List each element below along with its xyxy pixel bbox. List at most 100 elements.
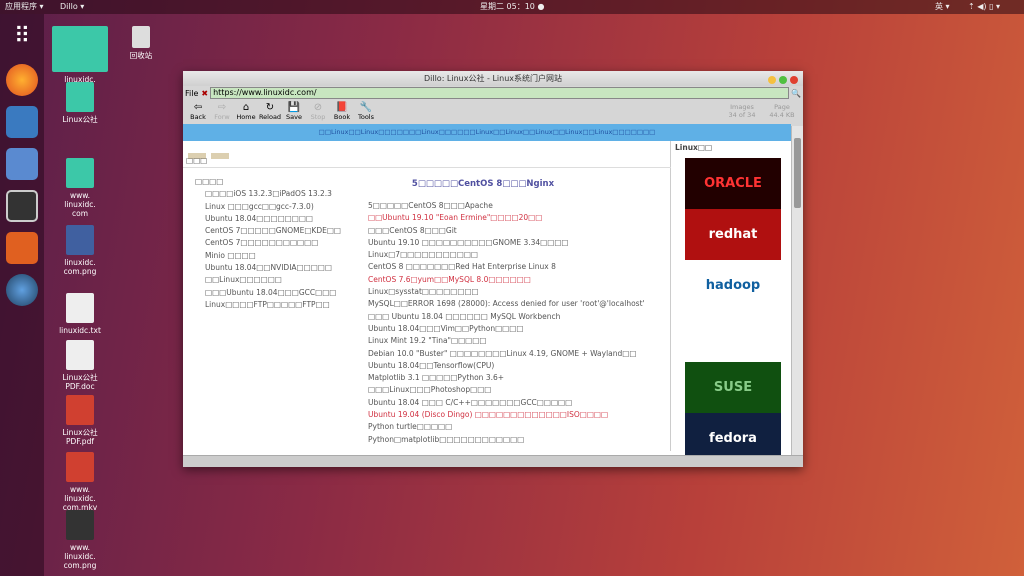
software-center-icon[interactable] [6, 232, 38, 264]
dock: ⠿ [0, 14, 44, 576]
desktop-file[interactable]: linuxidc. com.png [50, 225, 110, 276]
toolbar-book-button[interactable]: 📕 Book [330, 100, 354, 124]
article-link[interactable]: 5□□□□□CentOS 8□□□Apache [368, 200, 645, 212]
back-icon: ⇦ [193, 102, 203, 113]
home-icon: ⌂ [242, 102, 250, 113]
system-tray[interactable]: ⇡ ◀) ▯ ▾ [968, 0, 1000, 14]
page-label: Page [774, 103, 790, 111]
display-icon[interactable] [6, 106, 38, 138]
desktop-file[interactable]: Linux公社 [50, 82, 110, 124]
file-menu[interactable]: File [185, 89, 198, 98]
file-label: Linux公社 [62, 115, 98, 124]
reload-icon: ↻ [265, 102, 275, 113]
article-link[interactable]: Python turtle□□□□□ [368, 421, 645, 433]
status-bar [183, 455, 803, 467]
top-bar: 应用程序 ▾ Dillo ▾ 星期二 05：10 ● 英 ▾ ⇡ ◀) ▯ ▾ [0, 0, 1024, 14]
article-link[interactable]: Linux Mint 19.2 "Tina"□□□□□ [368, 335, 645, 347]
left-list-link[interactable]: Linux□□□□FTP□□□□□FTP□□ [195, 299, 341, 311]
headline-link[interactable]: 5□□□□□CentOS 8□□□Nginx [368, 179, 598, 189]
left-list-link[interactable]: Linux □□□gcc□□gcc-7.3.0) [195, 201, 341, 213]
toolbar-label: Book [333, 113, 351, 121]
toolbar-stop-button[interactable]: ⊘ Stop [306, 100, 330, 124]
images-count: 34 of 34 [728, 111, 756, 119]
file-label: linuxidc. com.png [63, 258, 97, 276]
left-list-link[interactable]: □□□□iOS 13.2.3□iPadOS 13.2.3 [195, 188, 341, 200]
article-link[interactable]: Ubuntu 19.10 □□□□□□□□□□GNOME 3.34□□□□ [368, 237, 645, 249]
toolbar-label: Home [236, 113, 256, 121]
left-list-link[interactable]: □□□Ubuntu 18.04□□□GCC□□□ [195, 287, 341, 299]
trash-icon [132, 26, 150, 48]
applications-menu[interactable]: 应用程序 ▾ [5, 0, 44, 14]
desktop-file[interactable]: www. linuxidc. com [50, 158, 110, 218]
sponsor-logo[interactable]: ORACLE [685, 158, 781, 209]
toolbar-reload-button[interactable]: ↻ Reload [258, 100, 282, 124]
article-link[interactable]: CentOS 8 □□□□□□□Red Hat Enterprise Linux… [368, 261, 645, 273]
file-icon [66, 395, 94, 425]
left-list-link[interactable]: Ubuntu 18.04□□□□□□□□ [195, 213, 341, 225]
article-link[interactable]: Python□matplotlib□□□□□□□□□□□□ [368, 434, 645, 446]
toolbar-home-button[interactable]: ⌂ Home [234, 100, 258, 124]
input-method[interactable]: 英 ▾ [935, 0, 950, 14]
left-list-link[interactable]: Ubuntu 18.04□□NVIDIA□□□□□ [195, 262, 341, 274]
article-link[interactable]: Linux□7□□□□□□□□□□□ [368, 249, 645, 261]
article-link[interactable]: Ubuntu 19.04 (Disco Dingo) □□□□□□□□□□□□□… [368, 409, 645, 421]
sponsor-logo[interactable]: SUSE [685, 362, 781, 413]
left-list-link[interactable]: CentOS 7□□□□□□□□□□□ [195, 237, 341, 249]
toolbar-tools-button[interactable]: 🔧 Tools [354, 100, 378, 124]
book-icon: 📕 [335, 102, 349, 113]
left-list-link[interactable]: CentOS 7□□□□□GNOME□KDE□□ [195, 225, 341, 237]
firefox-icon[interactable] [6, 64, 38, 96]
toolbar-back-button[interactable]: ⇦ Back [186, 100, 210, 124]
article-link[interactable]: Debian 10.0 "Buster" □□□□□□□□Linux 4.19,… [368, 348, 645, 360]
close-button[interactable] [790, 76, 798, 84]
article-link[interactable]: MySQL□□ERROR 1698 (28000): Access denied… [368, 298, 645, 310]
article-link[interactable]: □□□ Ubuntu 18.04 □□□□□□ MySQL Workbench [368, 311, 645, 323]
article-link[interactable]: Ubuntu 18.04□□Tensorflow(CPU) [368, 360, 645, 372]
file-label: Linux公社 PDF.doc [62, 373, 98, 391]
article-link[interactable]: Linux□sysstat□□□□□□□□ [368, 286, 645, 298]
article-link[interactable]: □□□CentOS 8□□□Git [368, 225, 645, 237]
folder-icon [66, 82, 94, 112]
sidebar-title: Linux□□ [675, 143, 713, 152]
desktop-file[interactable]: Linux公社 PDF.doc [50, 340, 110, 391]
files-icon[interactable] [6, 148, 38, 180]
clear-url-icon[interactable]: ✖ [201, 89, 208, 98]
desktop-file[interactable]: www. linuxidc. com.png [50, 510, 110, 570]
clock[interactable]: 星期二 05：10 ● [480, 0, 544, 14]
article-link[interactable]: □□□Linux□□□Photoshop□□□ [368, 384, 645, 396]
article-link[interactable]: Ubuntu 18.04 □□□ C/C++□□□□□□□GCC□□□□□ [368, 397, 645, 409]
desktop-file[interactable]: linuxidc.txt [50, 293, 110, 335]
dillo-browser-icon[interactable] [6, 274, 38, 306]
app-menu[interactable]: Dillo ▾ [60, 0, 84, 14]
file-label: www. linuxidc. com.mkv [62, 485, 98, 512]
url-input[interactable]: https://www.linuxidc.com/ [210, 87, 790, 99]
article-link[interactable]: Ubuntu 18.04□□□Vim□□Python□□□□ [368, 323, 645, 335]
images-label: Images [730, 103, 754, 111]
terminal-icon[interactable] [6, 190, 38, 222]
desktop-file[interactable]: www. linuxidc. com.mkv [50, 452, 110, 512]
sponsor-logo[interactable]: hadoop [685, 260, 781, 311]
nav-band[interactable]: □□Linux□□Linux□□□□□□□Linux□□□□□□Linux□□L… [183, 124, 791, 141]
sponsor-logo[interactable] [685, 311, 781, 362]
app-grid-icon[interactable]: ⠿ [6, 24, 38, 56]
maximize-button[interactable] [779, 76, 787, 84]
minimize-button[interactable] [768, 76, 776, 84]
desktop-trash[interactable]: 回收站 [111, 26, 171, 60]
desktop-file[interactable]: Linux公社 PDF.pdf [50, 395, 110, 446]
toolbar-save-button[interactable]: 💾 Save [282, 100, 306, 124]
toolbar-label: Save [286, 113, 302, 121]
stop-icon: ⊘ [313, 102, 323, 113]
file-label: linuxidc.txt [59, 326, 101, 335]
toolbar-forw-button[interactable]: ⇨ Forw [210, 100, 234, 124]
article-link[interactable]: CentOS 7.6□yum□□MySQL 8.0□□□□□□ [368, 274, 645, 286]
folder-icon [52, 26, 108, 72]
article-link[interactable]: Matplotlib 3.1 □□□□□Python 3.6+ [368, 372, 645, 384]
left-heading: □□□□ [195, 177, 224, 186]
left-list-link[interactable]: □□Linux□□□□□□ [195, 274, 341, 286]
article-link[interactable]: □□Ubuntu 19.10 "Eoan Ermine"□□□□20□□ [368, 212, 645, 224]
search-icon[interactable]: 🔍 [791, 89, 801, 98]
file-label: Linux公社 PDF.pdf [62, 428, 98, 446]
left-list-link[interactable]: Minio □□□□ [195, 250, 341, 262]
sponsor-logo[interactable]: redhat [685, 209, 781, 260]
vertical-scrollbar[interactable] [791, 126, 803, 456]
